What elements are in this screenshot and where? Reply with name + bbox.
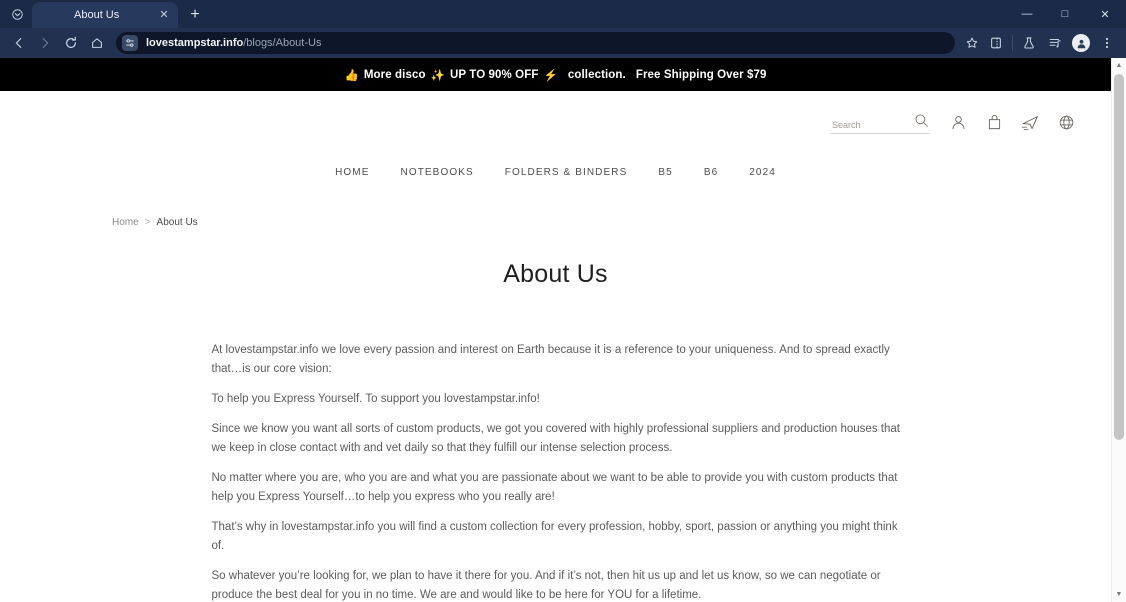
breadcrumb-home-link[interactable]: Home — [112, 217, 139, 228]
account-icon[interactable] — [948, 112, 968, 132]
paragraph: Since we know you want all sorts of cust… — [211, 423, 900, 454]
home-icon — [92, 38, 102, 48]
paragraph: That’s why in lovestampstar.info you wil… — [211, 521, 898, 552]
back-button[interactable] — [6, 30, 32, 56]
article-body: At lovestampstar.info we love every pass… — [211, 341, 901, 602]
address-bar[interactable]: lovestampstar.info/blogs/About-Us — [116, 32, 955, 54]
minimize-button[interactable]: — — [1008, 0, 1046, 28]
announcement-text-3: collection. — [567, 68, 626, 81]
site-header: HOME NOTEBOOKS FOLDERS & BINDERS B5 B6 2… — [0, 91, 1111, 195]
paragraph: No matter where you are, who you are and… — [211, 472, 898, 503]
tab-close-button[interactable]: ✕ — [156, 7, 172, 23]
reading-list-icon — [1049, 38, 1061, 48]
labs-button[interactable] — [1016, 30, 1042, 56]
url-domain: lovestampstar.info — [146, 37, 244, 49]
nav-item-b6[interactable]: B6 — [704, 167, 718, 178]
split-screen-icon — [991, 37, 1001, 49]
chevron-down-icon — [11, 8, 23, 20]
toolbar-divider — [1012, 35, 1013, 51]
scrollbar-thumb[interactable] — [1114, 74, 1124, 440]
shopping-bag-icon[interactable] — [984, 112, 1004, 132]
flask-icon — [1024, 37, 1034, 49]
tab-title: About Us — [74, 9, 120, 21]
sparkles-icon: ✨ — [430, 69, 446, 82]
header-utility-row — [0, 105, 1111, 139]
home-button[interactable] — [84, 30, 110, 56]
announcement-text-2: UP TO 90% OFF — [450, 68, 539, 81]
forward-icon — [42, 38, 49, 48]
split-screen-button[interactable] — [983, 30, 1009, 56]
page-viewport: 👍 More disco ✨ UP TO 90% OFF ⚡ collectio… — [0, 58, 1126, 602]
header-search[interactable] — [830, 111, 930, 134]
search-icon[interactable] — [913, 111, 930, 131]
new-tab-button[interactable]: + — [182, 3, 208, 27]
paragraph: At lovestampstar.info we love every pass… — [211, 344, 890, 375]
announcement-bar: 👍 More disco ✨ UP TO 90% OFF ⚡ collectio… — [0, 58, 1111, 91]
browser-toolbar: lovestampstar.info/blogs/About-Us — [0, 28, 1126, 58]
maximize-button[interactable]: □ — [1046, 0, 1084, 28]
breadcrumb-current: About Us — [156, 217, 198, 228]
nav-item-folders-binders[interactable]: FOLDERS & BINDERS — [505, 167, 628, 178]
scrollbar-up-arrow[interactable]: ▲ — [1112, 58, 1126, 73]
web-page: 👍 More disco ✨ UP TO 90% OFF ⚡ collectio… — [0, 58, 1111, 602]
window-controls: — □ ✕ — [1008, 0, 1126, 28]
search-input[interactable] — [830, 119, 914, 131]
page-title: About Us — [503, 260, 608, 288]
browser-tab[interactable]: About Us ✕ — [32, 2, 178, 28]
reload-icon — [66, 36, 76, 49]
nav-item-notebooks[interactable]: NOTEBOOKS — [401, 167, 474, 178]
profile-button[interactable] — [1068, 30, 1094, 56]
breadcrumb: Home > About Us — [0, 195, 1111, 228]
breadcrumb-separator: > — [144, 217, 151, 228]
globe-icon[interactable] — [1056, 112, 1076, 132]
reading-list-button[interactable] — [1042, 30, 1068, 56]
close-window-button[interactable]: ✕ — [1084, 0, 1126, 28]
profile-avatar-icon — [1072, 34, 1090, 52]
three-dot-menu-icon — [1105, 37, 1109, 49]
browser-window: About Us ✕ + — □ ✕ lovestampstar.info/bl… — [0, 0, 1126, 602]
main-navigation: HOME NOTEBOOKS FOLDERS & BINDERS B5 B6 2… — [0, 149, 1111, 195]
back-icon — [15, 38, 22, 48]
tab-search-button[interactable] — [4, 2, 30, 26]
announcement-text-4: Free Shipping Over $79 — [635, 68, 767, 81]
airplane-icon[interactable] — [1020, 112, 1040, 132]
nav-item-home[interactable]: HOME — [335, 167, 369, 178]
reload-button[interactable] — [58, 30, 84, 56]
scrollbar-track[interactable] — [1112, 73, 1126, 587]
thumbs-up-icon: 👍 — [344, 69, 359, 82]
url-path: /blogs/About-Us — [243, 37, 322, 49]
lightning-bolt-icon: ⚡ — [543, 69, 558, 82]
nav-item-b5[interactable]: B5 — [658, 167, 672, 178]
nav-item-2024[interactable]: 2024 — [749, 167, 776, 178]
announcement-text-1: More disco — [363, 68, 426, 81]
browser-menu-button[interactable] — [1094, 30, 1120, 56]
scrollbar-down-arrow[interactable]: ▼ — [1112, 587, 1126, 602]
bookmark-button[interactable] — [961, 32, 983, 54]
site-settings-icon[interactable] — [122, 35, 138, 51]
page-scrollbar[interactable]: ▲ ▼ — [1111, 58, 1126, 602]
forward-button[interactable] — [32, 30, 58, 56]
paragraph: So whatever you’re looking for, we plan … — [211, 570, 881, 601]
tab-strip: About Us ✕ + — □ ✕ — [0, 0, 1126, 28]
address-bar-url: lovestampstar.info/blogs/About-Us — [146, 37, 321, 49]
paragraph: To help you Express Yourself. To support… — [211, 393, 540, 405]
star-icon — [966, 37, 978, 48]
